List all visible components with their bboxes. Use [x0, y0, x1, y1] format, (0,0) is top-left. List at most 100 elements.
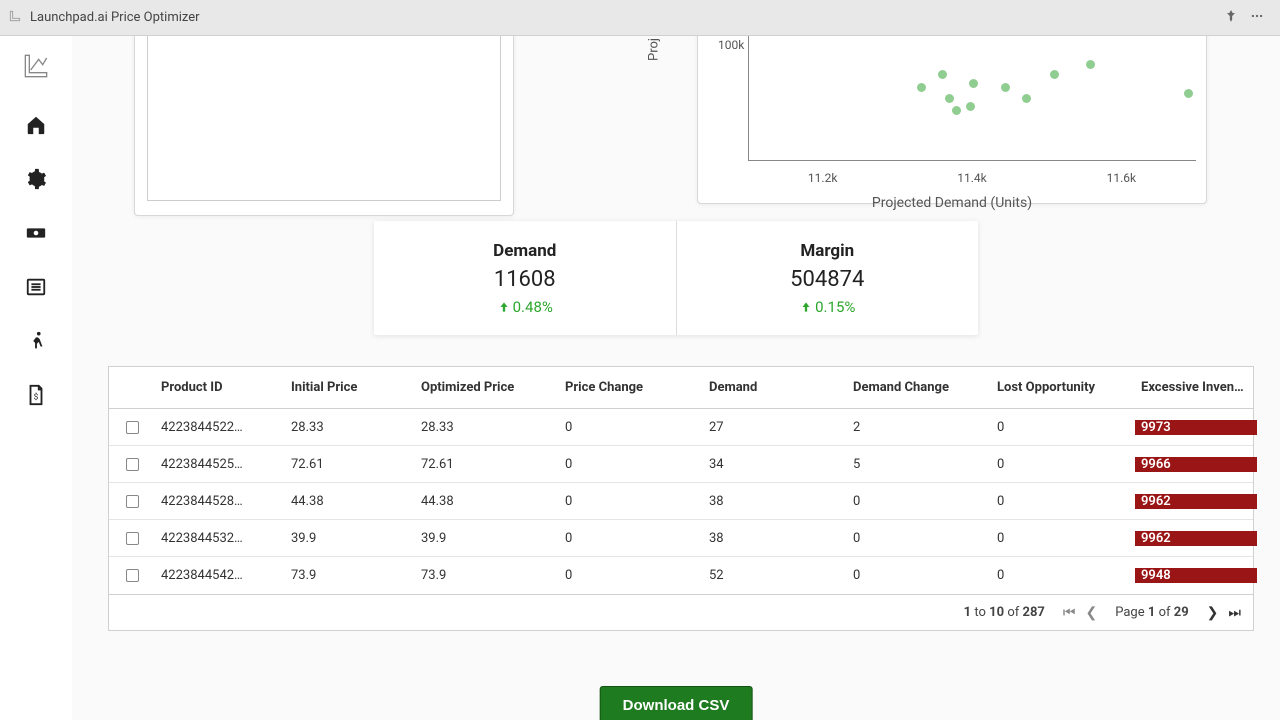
cell-initial-price: 28.33 — [285, 420, 415, 435]
cell-product-id: 4223844532… — [155, 531, 285, 546]
nav-list[interactable] — [25, 276, 47, 302]
cell-excessive-inventory: 9962 — [1135, 531, 1257, 546]
kpi-demand: Demand 11608 0.48% — [374, 221, 677, 335]
chart-ylabel: Proj — [647, 38, 662, 61]
more-icon[interactable] — [1250, 8, 1264, 27]
cell-lost-opportunity: 0 — [991, 531, 1135, 546]
row-checkbox[interactable] — [126, 458, 139, 471]
kpi-margin: Margin 504874 0.15% — [677, 221, 979, 335]
cell-demand-change: 0 — [847, 494, 991, 509]
scatter-point — [1022, 94, 1031, 103]
cell-lost-opportunity: 0 — [991, 494, 1135, 509]
scatter-point — [1086, 60, 1095, 69]
chart-xlabel: Projected Demand (Units) — [698, 195, 1206, 211]
cell-product-id: 4223844542… — [155, 568, 285, 583]
col-price-change[interactable]: Price Change — [559, 380, 703, 395]
row-checkbox[interactable] — [126, 421, 139, 434]
nav-cash[interactable] — [25, 222, 47, 248]
col-product-id[interactable]: Product ID — [155, 380, 285, 395]
cell-demand-change: 5 — [847, 457, 991, 472]
table-header: Product ID Initial Price Optimized Price… — [109, 367, 1253, 409]
table-row[interactable]: 4223844525…72.6172.61034509966 — [109, 446, 1253, 483]
cell-price-change: 0 — [559, 420, 703, 435]
cell-excessive-inventory: 9948 — [1135, 568, 1257, 583]
row-range: 1 to 10 of 287 — [964, 605, 1045, 620]
cell-lost-opportunity: 0 — [991, 457, 1135, 472]
table-row[interactable]: 4223844532…39.939.9038009962 — [109, 520, 1253, 557]
col-optimized-price[interactable]: Optimized Price — [415, 380, 559, 395]
cell-initial-price: 44.38 — [285, 494, 415, 509]
page-last-icon[interactable]: ⏭ — [1228, 605, 1241, 621]
cell-lost-opportunity: 0 — [991, 568, 1135, 583]
row-checkbox[interactable] — [126, 532, 139, 545]
row-checkbox[interactable] — [126, 569, 139, 582]
col-initial-price[interactable]: Initial Price — [285, 380, 415, 395]
nav-run[interactable] — [25, 330, 47, 356]
cell-initial-price: 39.9 — [285, 531, 415, 546]
cell-optimized-price: 73.9 — [415, 568, 559, 583]
scatter-point — [1001, 83, 1010, 92]
cell-optimized-price: 28.33 — [415, 420, 559, 435]
table-row[interactable]: 4223844528…44.3844.38038009962 — [109, 483, 1253, 520]
scatter-point — [952, 106, 961, 115]
cell-optimized-price: 44.38 — [415, 494, 559, 509]
scatter-point — [1050, 70, 1059, 79]
scatter-point — [938, 70, 947, 79]
kpi-row: Demand 11608 0.48% Margin 504874 0.15% — [374, 221, 978, 335]
kpi-demand-change: 0.48% — [497, 298, 553, 316]
cell-lost-opportunity: 0 — [991, 420, 1135, 435]
nav-settings[interactable] — [25, 168, 47, 194]
chart-ytick: 100k — [718, 38, 744, 52]
col-excessive-inventory[interactable]: Excessive Inven… — [1135, 380, 1257, 395]
col-demand[interactable]: Demand — [703, 380, 847, 395]
chart-xticks: 11.2k 11.4k 11.6k — [748, 171, 1196, 185]
table-row[interactable]: 4223844522…28.3328.33027209973 — [109, 409, 1253, 446]
page-indicator: Page 1 of 29 — [1115, 605, 1188, 620]
browser-tab-bar: Launchpad.ai Price Optimizer — [0, 0, 1280, 36]
scatter-point — [917, 83, 926, 92]
sidebar-logo-icon — [20, 50, 52, 86]
scatter-point — [966, 102, 975, 111]
scatter-point — [969, 79, 978, 88]
nav-invoice[interactable]: $ — [25, 384, 47, 410]
cell-product-id: 4223844522… — [155, 420, 285, 435]
page-next-icon[interactable]: ❯ — [1207, 605, 1219, 621]
scatter-point — [945, 94, 954, 103]
cell-demand: 38 — [703, 494, 847, 509]
cell-excessive-inventory: 9962 — [1135, 494, 1257, 509]
main-content: Proj 11.2k 11.4k 11.6k Projected Demand … — [72, 36, 1280, 720]
cell-price-change: 0 — [559, 494, 703, 509]
col-lost-opportunity[interactable]: Lost Opportunity — [991, 380, 1135, 395]
card-scatter-chart: Proj 11.2k 11.4k 11.6k Projected Demand … — [697, 36, 1207, 204]
pin-icon[interactable] — [1224, 8, 1238, 27]
cell-demand-change: 0 — [847, 568, 991, 583]
cell-product-id: 4223844525… — [155, 457, 285, 472]
download-csv-button[interactable]: Download CSV — [600, 686, 753, 720]
cell-price-change: 0 — [559, 457, 703, 472]
kpi-demand-title: Demand — [493, 241, 556, 261]
scatter-point — [1184, 89, 1193, 98]
card-upper-left — [134, 36, 514, 216]
cell-demand: 27 — [703, 420, 847, 435]
results-table: Product ID Initial Price Optimized Price… — [108, 366, 1254, 631]
cell-product-id: 4223844528… — [155, 494, 285, 509]
cell-price-change: 0 — [559, 568, 703, 583]
cell-optimized-price: 39.9 — [415, 531, 559, 546]
cell-demand: 38 — [703, 531, 847, 546]
cell-demand: 52 — [703, 568, 847, 583]
row-checkbox[interactable] — [126, 495, 139, 508]
col-demand-change[interactable]: Demand Change — [847, 380, 991, 395]
kpi-margin-change: 0.15% — [799, 298, 855, 316]
cell-demand-change: 2 — [847, 420, 991, 435]
page-first-icon[interactable]: ⏮ — [1063, 605, 1076, 621]
arrow-up-icon — [497, 300, 511, 314]
kpi-demand-value: 11608 — [494, 267, 556, 292]
table-row[interactable]: 4223844542…73.973.9052009948 — [109, 557, 1253, 594]
arrow-up-icon — [799, 300, 813, 314]
nav-home[interactable] — [25, 114, 47, 140]
kpi-margin-title: Margin — [800, 241, 854, 261]
kpi-margin-value: 504874 — [790, 267, 864, 292]
cell-demand-change: 0 — [847, 531, 991, 546]
table-footer: 1 to 10 of 287 ⏮ ❮ Page 1 of 29 ❯ ⏭ — [109, 594, 1253, 630]
page-prev-icon[interactable]: ❮ — [1085, 605, 1097, 621]
